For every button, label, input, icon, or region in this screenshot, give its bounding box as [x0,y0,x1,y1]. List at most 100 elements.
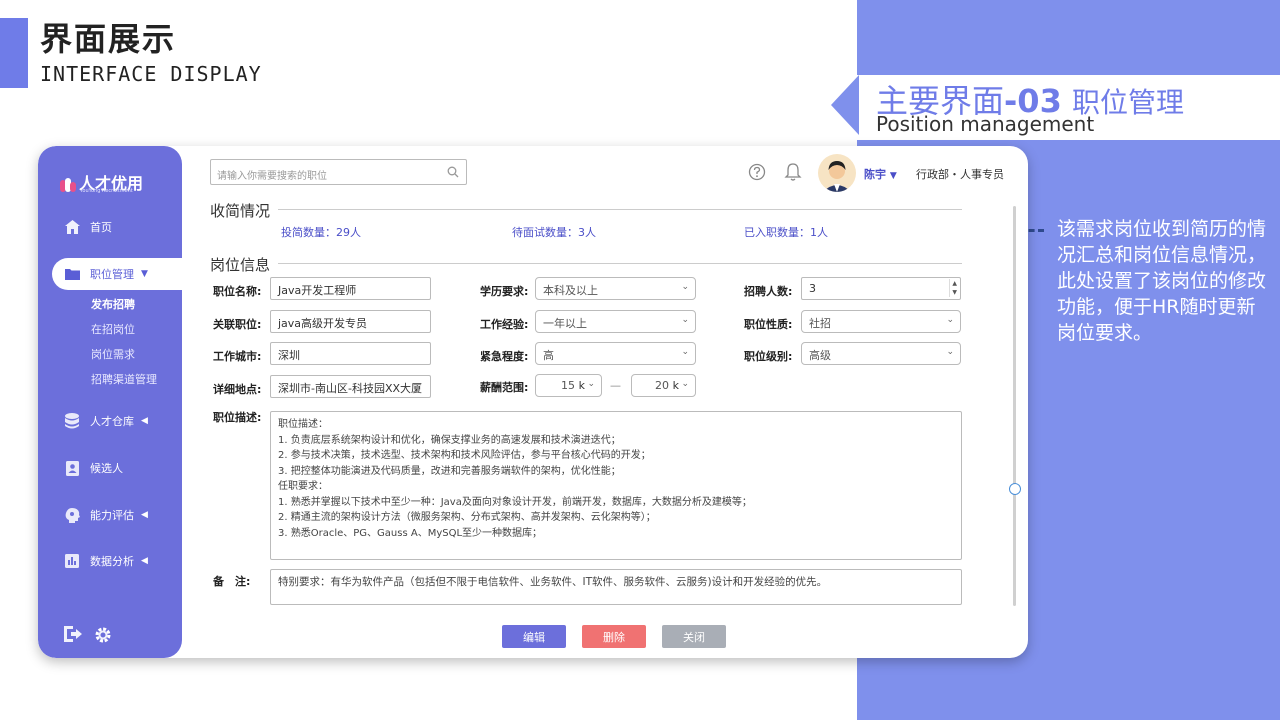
education-select[interactable]: 本科及以上 ⌄ [535,277,696,300]
remark-textarea[interactable]: 特别要求：有华为软件产品（包括但不限于电信软件、业务软件、IT软件、服务软件、云… [270,569,962,605]
vertical-scrollbar[interactable] [1013,206,1016,606]
subnav-publish[interactable]: 发布招聘 [91,296,135,312]
description-line: 职位描述： [278,419,328,430]
sidebar-item-analytics[interactable]: 数据分析 ◀ [38,545,182,577]
description-line: 2. 精通主流的架构设计方法（微服务架构、分布式架构、高并发架构、云化架构等）； [278,512,656,523]
chevron-down-icon: ⌄ [946,315,954,325]
close-button[interactable]: 关闭 [662,625,726,648]
city-field[interactable]: 深圳 [270,342,431,365]
headcount-stepper[interactable]: 3 ▲ ▼ [801,277,961,300]
description-textarea[interactable]: 职位描述： 1. 负责底层系统架构设计和优化，确保支撑业务的高速发展和技术演进迭… [270,411,962,560]
experience-select[interactable]: 一年以上 ⌄ [535,310,696,333]
related-position-label: 关联职位: [213,318,262,331]
home-icon [64,219,80,235]
hired-count-stat: 已入职数量：1人 [744,226,828,239]
education-label: 学历要求: [480,285,529,298]
description-line: 2. 参与技术决策，技术选型、技术架构和技术风险评估，参与平台核心代码的开发； [278,450,651,461]
logout-icon[interactable] [64,626,82,648]
experience-label: 工作经验: [480,318,529,331]
edit-button[interactable]: 编辑 [502,625,566,648]
position-name-field[interactable]: Java开发工程师 [270,277,431,300]
level-label: 职位级别: [744,350,793,363]
level-value: 高级 [809,349,831,362]
section-divider [278,209,962,210]
position-nature-label: 职位性质: [744,318,793,331]
database-icon [64,413,80,429]
level-select[interactable]: 高级 ⌄ [801,342,961,365]
subnav-channel-management[interactable]: 招聘渠道管理 [91,371,157,387]
chevron-down-icon: ⌄ [681,315,689,325]
salary-max-select[interactable]: 20 k ⌄ [631,374,696,397]
chevron-down-icon: ⌄ [681,282,689,292]
sidebar-item-candidates[interactable]: 候选人 [38,452,182,484]
slide-title: 界面展示 [40,20,177,58]
sidebar-item-assessment[interactable]: 能力评估 ◀ [38,499,182,531]
chevron-down-icon: ⌄ [946,347,954,357]
logo-icon [60,174,76,192]
search-icon[interactable] [447,166,459,178]
search-placeholder: 请输入你需要搜索的职位 [217,171,327,182]
salary-unit: k [578,379,585,392]
sidebar-item-label: 数据分析 [90,555,134,568]
user-avatar[interactable] [818,154,856,192]
bell-icon[interactable] [784,162,802,186]
sidebar-item-label: 人才仓库 [90,415,134,428]
description-line: 3. 熟悉Oracle、PG、Gauss A、MySQL至少一种数据库； [278,527,543,539]
sidebar-item-position-management[interactable]: 职位管理 ▼ [52,258,182,290]
headcount-label: 招聘人数: [744,285,793,298]
scrollbar-handle[interactable] [1009,483,1021,495]
id-card-icon [64,460,80,476]
sidebar-item-label: 候选人 [90,462,123,475]
section-tab-arrow [831,75,859,135]
user-menu[interactable]: 陈宇 ▼ [864,166,897,182]
sidebar-item-label: 首页 [90,221,112,234]
caret-down-icon: ▼ [889,171,897,181]
resume-count-stat: 投简数量：29人 [281,226,361,239]
delete-button[interactable]: 删除 [582,625,646,648]
sidebar: 人才优用 YouYong Recruitment 首页 职位管理 ▼ 发布招聘 … [38,146,182,658]
caret-left-icon: ◀ [141,510,148,520]
section-subtitle: Position management [876,112,1095,136]
sidebar-item-label: 职位管理 [90,268,134,281]
position-nature-value: 社招 [809,317,831,330]
salary-min-select[interactable]: 15 k ⌄ [535,374,602,397]
position-section-title: 岗位信息 [210,256,271,274]
sidebar-footer [64,626,112,648]
urgency-select[interactable]: 高 ⌄ [535,342,696,365]
help-icon[interactable] [748,163,766,185]
urgency-value: 高 [543,349,554,362]
resume-section-title: 收简情况 [210,202,271,220]
description-line: 1. 熟悉并掌握以下技术中至少一种：Java及面向对象设计开发，前端开发，数据库… [278,496,752,508]
user-department: 行政部・人事专员 [916,168,1004,181]
experience-value: 一年以上 [543,317,587,330]
salary-max-value: 20 [655,379,669,392]
caret-down-icon: ▼ [141,269,148,279]
remark-label: 备 注: [213,575,251,588]
salary-unit: k [672,379,679,392]
settings-gear-icon[interactable] [94,626,112,648]
title-accent-bar [0,18,28,88]
subnav-open-positions[interactable]: 在招岗位 [91,321,135,337]
chevron-down-icon: ⌄ [681,347,689,357]
position-nature-select[interactable]: 社招 ⌄ [801,310,961,333]
description-line: 任职要求： [278,481,328,492]
sidebar-item-home[interactable]: 首页 [38,211,182,243]
salary-label: 薪酬范围: [480,381,529,394]
pending-interview-stat: 待面试数量：3人 [512,226,596,239]
folder-icon [64,266,80,282]
search-input[interactable]: 请输入你需要搜索的职位 [210,159,467,185]
description-line: 1. 负责底层系统架构设计和优化，确保支撑业务的高速发展和技术演进迭代； [278,434,621,446]
salary-separator: — [610,379,621,392]
related-position-field[interactable]: java高级开发专员 [270,310,431,333]
user-name: 陈宇 [864,168,886,181]
address-field[interactable]: 深圳市-南山区-科技园XX大厦 [270,375,431,398]
slide-subtitle: INTERFACE DISPLAY [40,62,262,86]
chevron-down-icon: ⌄ [681,379,689,389]
app-window: 人才优用 YouYong Recruitment 首页 职位管理 ▼ 发布招聘 … [38,146,1028,658]
subnav-position-demand[interactable]: 岗位需求 [91,346,135,362]
urgency-label: 紧急程度: [480,350,529,363]
caret-left-icon: ◀ [141,556,148,566]
chevron-down-icon: ⌄ [587,379,595,389]
sidebar-item-talent-pool[interactable]: 人才仓库 ◀ [38,405,182,437]
stepper-arrows-icon[interactable]: ▲ ▼ [949,279,957,297]
